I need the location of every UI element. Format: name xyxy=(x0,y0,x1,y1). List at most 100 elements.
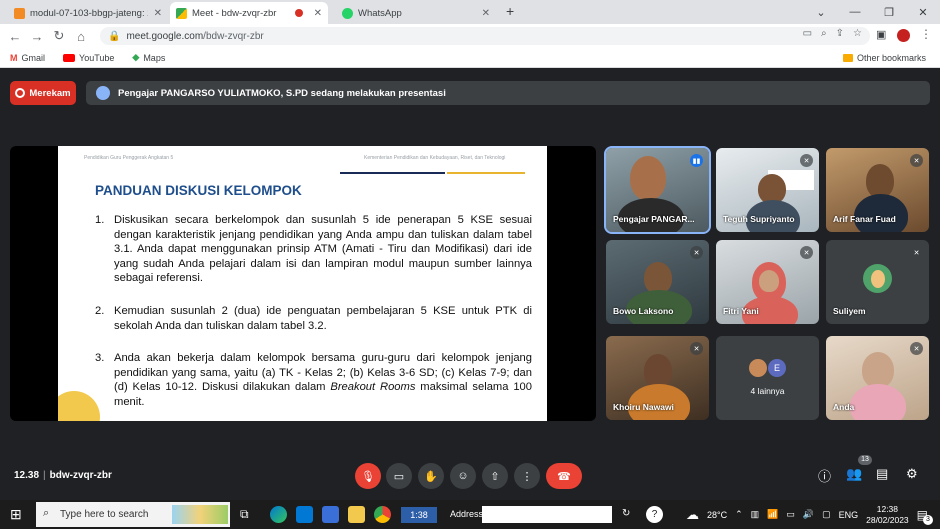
chrome-icon[interactable] xyxy=(374,506,391,523)
close-tab-icon[interactable]: ✕ xyxy=(482,8,490,19)
item-text-italic: Breakout Rooms xyxy=(330,381,416,394)
bookmark-label: Other bookmarks xyxy=(856,52,926,63)
sidebar-icon[interactable]: ▣ xyxy=(876,28,886,41)
recording-button[interactable]: Merekam xyxy=(10,81,76,105)
close-tab-icon[interactable]: ✕ xyxy=(314,8,322,19)
zoom-icon[interactable]: ⌕ xyxy=(821,28,827,39)
camera-toggle-button[interactable]: ▭ xyxy=(386,463,412,489)
people-icon[interactable]: 👥 xyxy=(846,466,862,482)
participant-face xyxy=(759,270,779,292)
tab-title: WhatsApp xyxy=(358,7,402,19)
maximize-icon[interactable]: ❐ xyxy=(872,6,906,19)
home-icon[interactable]: ⌂ xyxy=(70,29,92,44)
participant-tile[interactable]: ✕ Suliyem xyxy=(826,240,929,324)
meet-tray-icon[interactable]: ▢ xyxy=(822,509,831,520)
task-view-icon[interactable]: ⧉ xyxy=(240,507,249,522)
participant-name: Bowo Laksono xyxy=(613,306,674,316)
hand-icon: ✋ xyxy=(424,470,438,483)
present-screen-icon: ⇧ xyxy=(490,470,500,483)
hang-up-icon: ☎ xyxy=(557,470,571,483)
notifications-icon[interactable]: ▤ 3 xyxy=(917,508,933,525)
bookmark-label: YouTube xyxy=(79,52,115,63)
search-placeholder: Type here to search xyxy=(60,509,149,520)
language-indicator[interactable]: ENG xyxy=(839,510,859,520)
participant-tile[interactable]: ✕ Teguh Supriyanto xyxy=(716,148,819,232)
forward-icon[interactable]: → xyxy=(26,29,48,44)
participant-tile-others[interactable]: E 4 lainnya xyxy=(716,336,819,420)
raise-hand-button[interactable]: ✋ xyxy=(418,463,444,489)
slide-item-3: 3. Anda akan bekerja dalam kelompok bers… xyxy=(95,351,532,409)
presenter-avatar xyxy=(96,86,110,100)
tab-modul[interactable]: modul-07-103-bbgp-jateng: 2.2 ... ✕ xyxy=(8,2,168,24)
participant-tile[interactable]: ✕ Arif Fanar Fuad xyxy=(826,148,929,232)
activities-icon[interactable]: ⚙ xyxy=(906,466,918,482)
more-options-button[interactable]: ⋮ xyxy=(514,463,540,489)
new-tab-button[interactable]: + xyxy=(506,3,514,19)
chat-icon[interactable]: ▤ xyxy=(876,466,888,482)
bookmark-maps[interactable]: ◆ Maps xyxy=(132,52,165,63)
bookmark-gmail[interactable]: M Gmail xyxy=(10,53,45,63)
minimize-icon[interactable]: — xyxy=(838,6,872,18)
participant-name: Fitri Yani xyxy=(723,306,759,316)
bookmark-youtube[interactable]: YouTube xyxy=(63,53,114,63)
mic-toggle-button[interactable]: 🎙 xyxy=(355,463,381,489)
mic-off-icon: ✕ xyxy=(690,246,703,259)
reload-icon[interactable]: ↻ xyxy=(48,28,70,44)
file-explorer-icon[interactable] xyxy=(348,506,365,523)
windows-taskbar: ⊞ ⌕ Type here to search ⧉ 1:38 Address ↻… xyxy=(0,500,940,529)
participant-tile[interactable]: ▮▮ Pengajar PANGAR... xyxy=(604,146,711,234)
taskbar-clock-app[interactable]: 1:38 xyxy=(401,507,437,523)
present-button[interactable]: ⇧ xyxy=(482,463,508,489)
whatsapp-favicon-icon xyxy=(342,7,353,19)
refresh-icon[interactable]: ↻ xyxy=(622,508,630,519)
presentation-stage[interactable]: Pendidikan Guru Penggerak Angkatan 5 Kem… xyxy=(10,146,596,421)
tab-whatsapp[interactable]: WhatsApp ✕ xyxy=(336,2,496,24)
camera-icon[interactable]: ▭ xyxy=(803,28,812,39)
bookmark-star-icon[interactable]: ☆ xyxy=(853,28,862,39)
edge-icon[interactable] xyxy=(270,506,287,523)
battery-icon[interactable]: ▭ xyxy=(786,509,795,520)
window-controls: ⌄ — ❐ ✕ xyxy=(804,0,940,24)
participant-tile-self[interactable]: ✕ Anda xyxy=(826,336,929,420)
menu-icon[interactable]: ⋮ xyxy=(920,27,932,41)
participant-name: Anda xyxy=(833,402,855,412)
taskbar-search[interactable]: ⌕ Type here to search xyxy=(36,502,230,527)
help-icon[interactable]: ? xyxy=(646,506,663,523)
reactions-button[interactable]: ☺ xyxy=(450,463,476,489)
tab-search-icon[interactable]: ⌄ xyxy=(804,6,838,19)
back-icon[interactable]: ← xyxy=(4,29,26,44)
mic-off-icon: ✕ xyxy=(910,154,923,167)
mic-off-icon: ✕ xyxy=(690,342,703,355)
show-hidden-icons-icon[interactable]: ⌃ xyxy=(735,509,743,520)
leave-call-button[interactable]: ☎ xyxy=(546,463,582,489)
weather-icon[interactable]: ☁ xyxy=(686,507,699,523)
participant-face xyxy=(866,164,894,198)
participant-tile[interactable]: ✕ Khoiru Nawawi xyxy=(606,336,709,420)
address-toolbar-input[interactable] xyxy=(482,506,612,523)
tab-meet[interactable]: Meet - bdw-zvqr-zbr ✕ xyxy=(170,2,328,24)
close-window-icon[interactable]: ✕ xyxy=(906,6,940,19)
clock[interactable]: 12:38 28/02/2023 xyxy=(866,504,909,526)
address-toolbar-label: Address xyxy=(450,509,484,519)
slide-item-1: 1. Diskusikan secara berkelompok dan sus… xyxy=(95,213,532,286)
store-icon[interactable] xyxy=(322,506,339,523)
windows-start-icon[interactable]: ⊞ xyxy=(10,506,22,523)
other-bookmarks[interactable]: Other bookmarks xyxy=(842,52,926,63)
volume-icon[interactable]: 🔊 xyxy=(803,509,814,520)
wifi-icon[interactable]: 📶 xyxy=(767,509,778,520)
slide-header-line xyxy=(340,172,445,174)
meeting-info: 12.38 | bdw-zvqr-zbr xyxy=(14,470,112,481)
emoji-icon: ☺ xyxy=(457,470,469,482)
address-bar[interactable]: 🔒 meet.google.com/bdw-zvqr-zbr ▭ ⌕ ⇪ ☆ xyxy=(100,27,870,45)
youtube-icon xyxy=(63,53,76,62)
participant-tile[interactable]: ✕ Fitri Yani xyxy=(716,240,819,324)
share-icon[interactable]: ⇪ xyxy=(836,28,844,39)
item-text: Diskusikan secara berkelompok dan susunl… xyxy=(114,214,532,285)
mail-icon[interactable] xyxy=(296,506,313,523)
participant-tile[interactable]: ✕ Bowo Laksono xyxy=(606,240,709,324)
camera-icon: ▭ xyxy=(393,470,405,483)
tray-app-icon[interactable]: ▥ xyxy=(751,509,760,520)
close-tab-icon[interactable]: ✕ xyxy=(154,8,162,19)
info-icon[interactable]: ⓘ xyxy=(818,466,831,485)
profile-avatar[interactable] xyxy=(897,29,910,42)
